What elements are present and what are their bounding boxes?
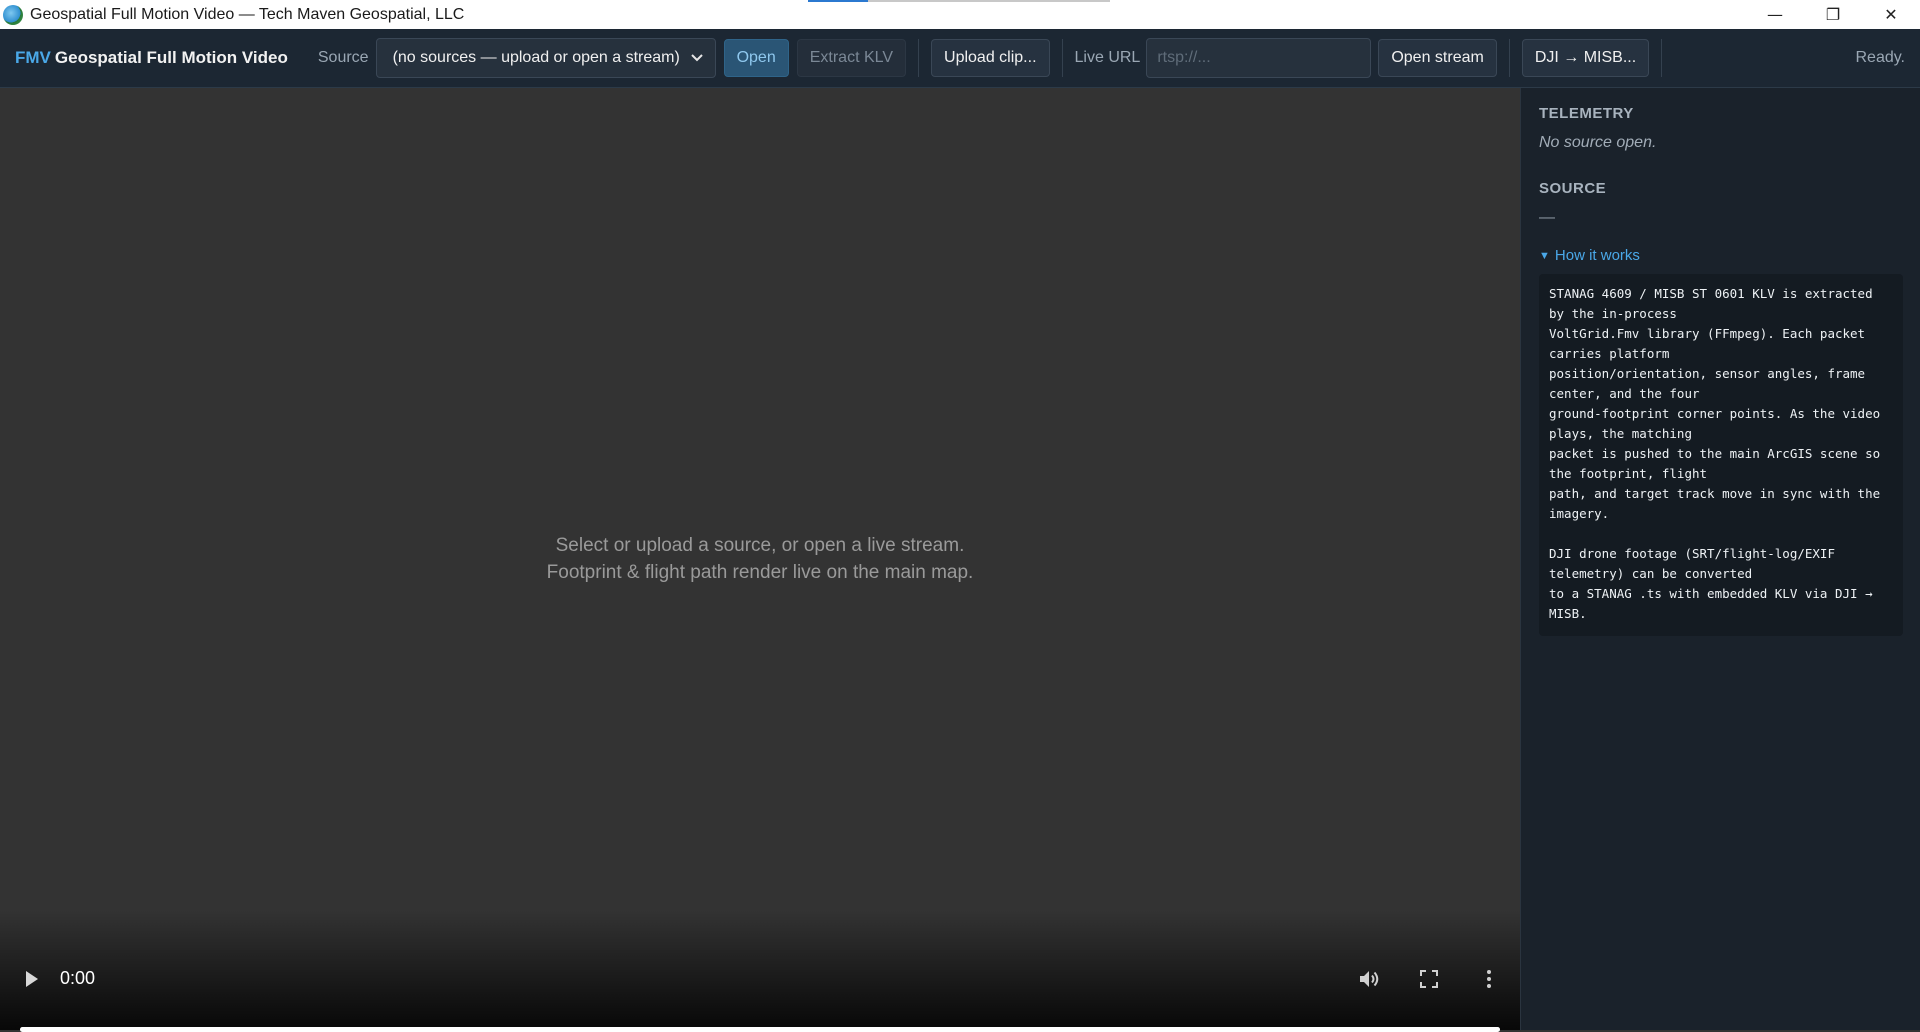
source-select[interactable]: (no sources — upload or open a stream) (375, 38, 716, 78)
brand: FMV Geospatial Full Motion Video (15, 48, 288, 68)
video-player[interactable]: Select or upload a source, or open a liv… (0, 88, 1520, 1032)
toolbar-divider (1061, 39, 1063, 77)
status-text: Ready. (1855, 49, 1905, 66)
window-title: Geospatial Full Motion Video — Tech Mave… (30, 5, 465, 23)
app-toolbar: FMV Geospatial Full Motion Video Source (… (0, 29, 1920, 88)
more-vertical-icon[interactable] (1477, 967, 1501, 991)
dji-to-misb-button[interactable]: DJI → MISB... (1521, 39, 1650, 77)
current-time: 0:00 (60, 968, 96, 988)
placeholder-line-1: Select or upload a source, or open a liv… (555, 535, 965, 556)
brand-name: Geospatial Full Motion Video (54, 48, 288, 67)
source-label: Source (317, 49, 369, 66)
fullscreen-icon[interactable] (1417, 967, 1441, 991)
toolbar-divider (1508, 39, 1510, 77)
video-placeholder: Select or upload a source, or open a liv… (0, 532, 1520, 586)
placeholder-line-2: Footprint & flight path render live on t… (546, 562, 974, 583)
info-panel: TELEMETRY No source open. SOURCE — ▼ How… (1520, 88, 1920, 1030)
close-button[interactable]: ✕ (1862, 0, 1920, 29)
toolbar-divider (1661, 39, 1663, 77)
play-icon[interactable] (22, 968, 42, 990)
window-titlebar: Geospatial Full Motion Video — Tech Mave… (0, 0, 1920, 29)
source-heading: SOURCE (1539, 180, 1607, 197)
toolbar-divider (918, 39, 920, 77)
open-stream-button[interactable]: Open stream (1378, 39, 1497, 77)
brand-code: FMV (15, 48, 51, 67)
live-url-label: Live URL (1074, 49, 1141, 66)
how-it-works-text: STANAG 4609 / MISB ST 0601 KLV is extrac… (1539, 274, 1903, 636)
extract-klv-button[interactable]: Extract KLV (796, 39, 907, 77)
open-button[interactable]: Open (723, 39, 789, 77)
upload-clip-button[interactable]: Upload clip... (931, 39, 1050, 77)
title-accent-highlight (808, 0, 868, 2)
chevron-down-icon (690, 51, 703, 65)
restore-button[interactable]: ❐ (1804, 0, 1862, 29)
disclosure-triangle-icon: ▼ (1539, 249, 1550, 262)
telemetry-value: No source open. (1539, 134, 1657, 151)
how-it-works-label: How it works (1554, 247, 1640, 264)
app-globe-icon (3, 4, 23, 25)
how-it-works-toggle[interactable]: ▼ How it works (1539, 247, 1903, 264)
source-select-value: (no sources — upload or open a stream) (392, 49, 680, 66)
minimize-button[interactable]: — (1746, 0, 1804, 29)
video-controls: 0:00 (0, 910, 1520, 1032)
telemetry-heading: TELEMETRY (1539, 105, 1634, 122)
source-value: — (1539, 209, 1555, 226)
live-url-input[interactable] (1146, 38, 1372, 78)
window-controls: — ❐ ✕ (1746, 0, 1920, 29)
volume-icon[interactable] (1357, 967, 1381, 991)
